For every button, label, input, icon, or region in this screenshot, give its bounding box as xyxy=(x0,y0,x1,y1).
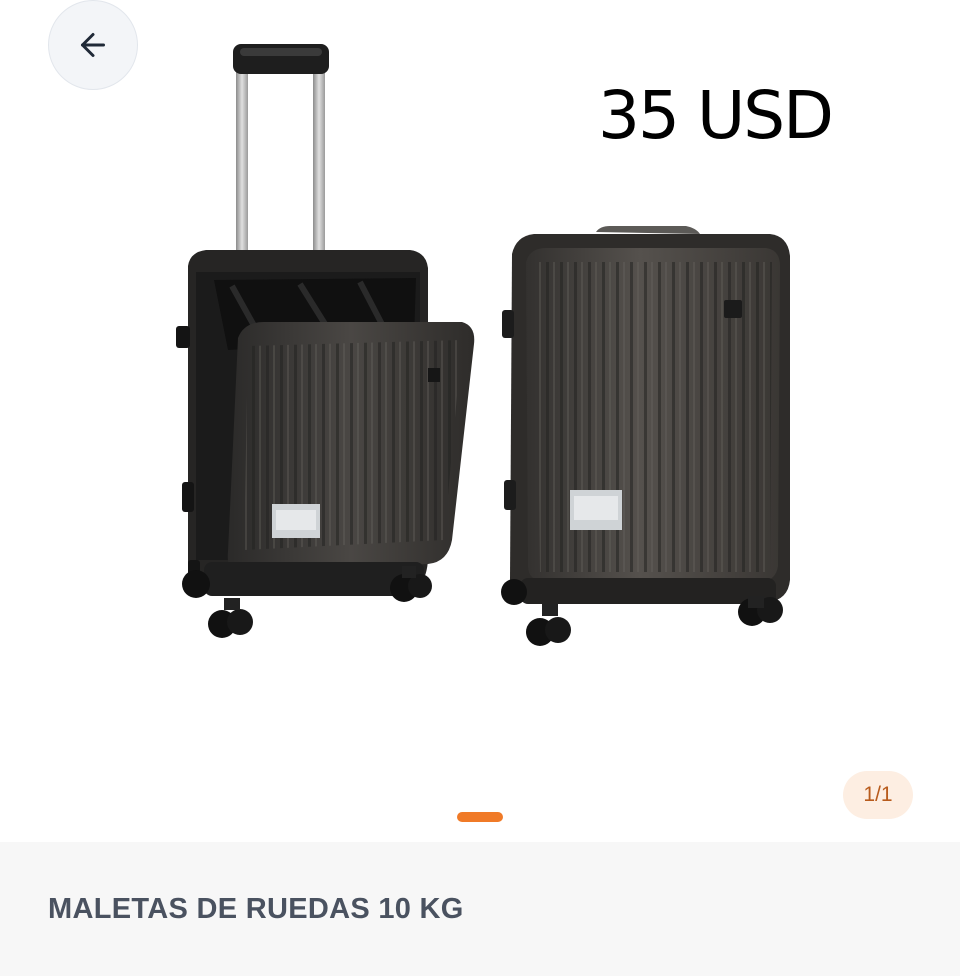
product-image-gallery[interactable]: 35 USD 1/1 xyxy=(0,0,960,842)
carousel-dot-active[interactable] xyxy=(457,812,503,822)
product-detail-screen: 35 USD 1/1 MALETAS DE RUEDAS 10 KG xyxy=(0,0,960,976)
product-title: MALETAS DE RUEDAS 10 KG xyxy=(48,893,464,925)
price-overlay-text: 35 USD xyxy=(598,77,834,154)
back-button[interactable] xyxy=(48,0,138,90)
arrow-left-icon xyxy=(81,33,105,57)
image-page-counter: 1/1 xyxy=(843,771,913,819)
